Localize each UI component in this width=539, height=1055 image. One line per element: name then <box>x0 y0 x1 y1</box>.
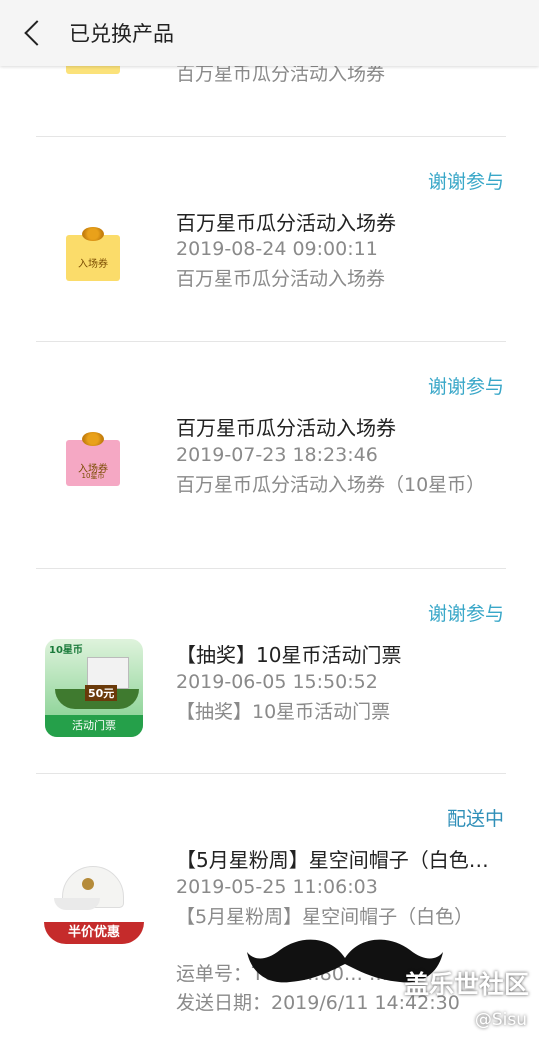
product-description: 【抽奖】10星币活动门票 <box>176 701 391 723</box>
page-title: 已兑换产品 <box>69 22 174 46</box>
back-arrow-icon[interactable] <box>22 22 44 44</box>
list-item[interactable]: 配送中 半价优惠 【5月星粉周】星空间帽子（白色… 2019-05-25 11:… <box>36 774 506 1055</box>
watermark-user: @Sisu <box>474 1010 527 1030</box>
exchange-date: 2019-05-25 11:06:03 <box>176 876 378 898</box>
status-badge: 谢谢参与 <box>427 171 504 193</box>
exchange-date: 2019-06-05 15:50:52 <box>176 671 378 693</box>
ticket-thumbnail: 入场券 10星币 <box>46 432 120 486</box>
cap-thumbnail: 半价优惠 <box>44 862 144 952</box>
exchange-date: 2019-07-23 18:23:46 <box>176 444 378 466</box>
flower-icon <box>82 227 104 241</box>
watermark-logo: 盖乐世社区 <box>403 970 529 999</box>
product-description: 【5月星粉周】星空间帽子（白色） <box>176 906 474 928</box>
ticket-thumbnail: 10星币 50元 活动门票 <box>45 639 143 737</box>
status-badge: 谢谢参与 <box>427 603 504 625</box>
product-name: 百万星币瓜分活动入场券 <box>176 211 396 235</box>
list-item[interactable]: 谢谢参与 入场券 10星币 百万星币瓜分活动入场券 2019-07-23 18:… <box>36 342 506 569</box>
list-item[interactable]: 谢谢参与 10星币 50元 活动门票 【抽奖】10星币活动门票 2019-06-… <box>36 569 506 774</box>
product-description: 百万星币瓜分活动入场券 <box>176 268 386 290</box>
ticket-thumbnail: 入场券 <box>46 227 120 281</box>
exchange-date: 2019-08-24 09:00:11 <box>176 238 378 260</box>
list-item[interactable]: 谢谢参与 入场券 百万星币瓜分活动入场券 2019-08-24 09:00:11… <box>36 137 506 342</box>
flower-icon <box>82 432 104 446</box>
product-name: 【5月星粉周】星空间帽子（白色… <box>176 848 489 872</box>
product-name: 百万星币瓜分活动入场券 <box>176 416 396 440</box>
product-name: 【抽奖】10星币活动门票 <box>176 643 402 667</box>
status-badge: 配送中 <box>446 808 504 830</box>
product-description: 百万星币瓜分活动入场券（10星币） <box>176 474 486 496</box>
top-bar: 已兑换产品 <box>0 0 539 66</box>
status-badge: 谢谢参与 <box>427 376 504 398</box>
